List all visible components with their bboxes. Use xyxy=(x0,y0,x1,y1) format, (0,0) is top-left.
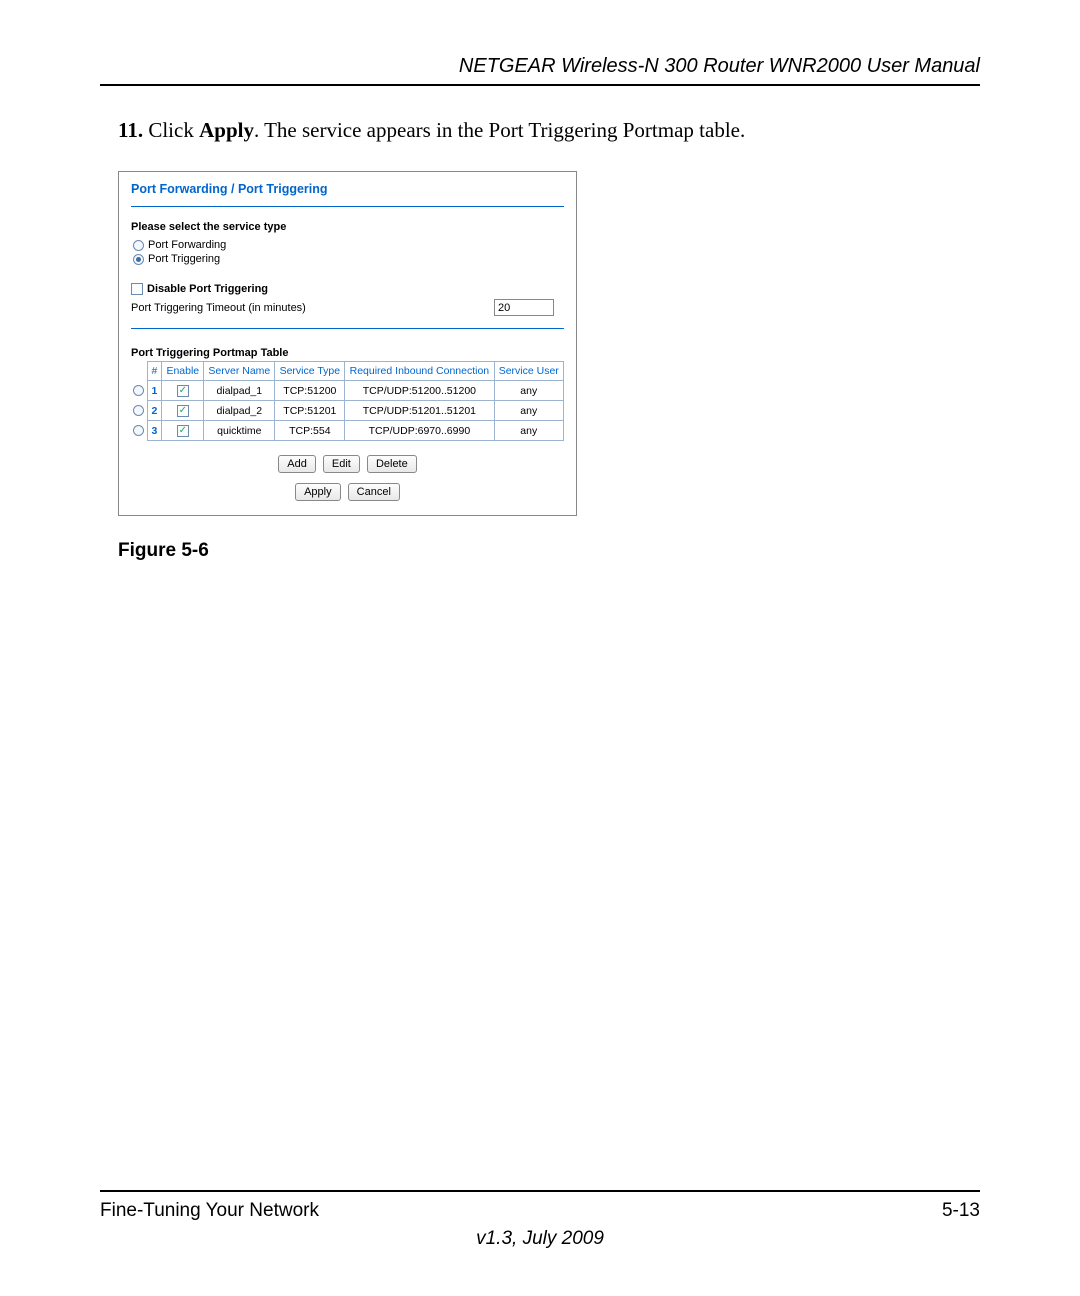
radio-icon xyxy=(133,240,144,251)
row-select-radio[interactable] xyxy=(133,405,144,416)
row-enable-checkbox[interactable]: ✓ xyxy=(177,425,189,437)
row-num: 2 xyxy=(147,401,162,421)
row-user: any xyxy=(494,381,563,401)
portmap-table-label: Port Triggering Portmap Table xyxy=(131,347,564,359)
footer-page-number: 5-13 xyxy=(942,1200,980,1222)
service-type-label: Please select the service type xyxy=(131,221,564,233)
cancel-button[interactable]: Cancel xyxy=(348,483,400,501)
row-enable-checkbox[interactable]: ✓ xyxy=(177,385,189,397)
apply-button[interactable]: Apply xyxy=(295,483,341,501)
radio-port-triggering[interactable]: Port Triggering xyxy=(133,253,564,265)
footer-version: v1.3, July 2009 xyxy=(100,1228,980,1250)
router-admin-panel: Port Forwarding / Port Triggering Please… xyxy=(118,171,577,516)
footer-rule xyxy=(100,1190,980,1192)
delete-button[interactable]: Delete xyxy=(367,455,417,473)
step-text-prefix: Click xyxy=(148,118,199,142)
row-svc: TCP:51201 xyxy=(275,401,345,421)
table-row: 1 ✓ dialpad_1 TCP:51200 TCP/UDP:51200..5… xyxy=(131,381,564,401)
checkbox-icon xyxy=(131,283,143,295)
add-button[interactable]: Add xyxy=(278,455,316,473)
radio-icon xyxy=(133,254,144,265)
page-header-title: NETGEAR Wireless-N 300 Router WNR2000 Us… xyxy=(100,55,980,78)
col-num: # xyxy=(147,362,162,381)
col-server: Server Name xyxy=(204,362,275,381)
row-server: dialpad_1 xyxy=(204,381,275,401)
row-inbound: TCP/UDP:51201..51201 xyxy=(345,401,494,421)
row-server: quicktime xyxy=(204,421,275,441)
row-server: dialpad_2 xyxy=(204,401,275,421)
table-row: 2 ✓ dialpad_2 TCP:51201 TCP/UDP:51201..5… xyxy=(131,401,564,421)
panel-section-rule xyxy=(131,328,564,329)
row-enable-checkbox[interactable]: ✓ xyxy=(177,405,189,417)
header-rule xyxy=(100,84,980,86)
row-select-radio[interactable] xyxy=(133,385,144,396)
step-text-suffix: . The service appears in the Port Trigge… xyxy=(254,118,745,142)
timeout-input[interactable] xyxy=(494,299,554,316)
row-num: 3 xyxy=(147,421,162,441)
table-row: 3 ✓ quicktime TCP:554 TCP/UDP:6970..6990… xyxy=(131,421,564,441)
row-svc: TCP:51200 xyxy=(275,381,345,401)
col-user: Service User xyxy=(494,362,563,381)
col-inbound: Required Inbound Connection xyxy=(345,362,494,381)
step-number: 11. xyxy=(118,118,143,142)
row-user: any xyxy=(494,401,563,421)
col-enable: Enable xyxy=(162,362,204,381)
edit-button[interactable]: Edit xyxy=(323,455,360,473)
panel-title: Port Forwarding / Port Triggering xyxy=(131,182,564,196)
row-num: 1 xyxy=(147,381,162,401)
step-text-bold: Apply xyxy=(199,118,254,142)
disable-port-triggering-checkbox[interactable]: Disable Port Triggering xyxy=(131,283,564,295)
radio-port-forwarding[interactable]: Port Forwarding xyxy=(133,239,564,251)
col-svc: Service Type xyxy=(275,362,345,381)
row-inbound: TCP/UDP:6970..6990 xyxy=(345,421,494,441)
row-inbound: TCP/UDP:51200..51200 xyxy=(345,381,494,401)
checkbox-label: Disable Port Triggering xyxy=(147,283,268,295)
portmap-table: # Enable Server Name Service Type Requir… xyxy=(131,361,564,441)
radio-label: Port Forwarding xyxy=(148,239,226,251)
panel-title-rule xyxy=(131,206,564,207)
row-svc: TCP:554 xyxy=(275,421,345,441)
footer-section: Fine-Tuning Your Network xyxy=(100,1200,319,1222)
timeout-label: Port Triggering Timeout (in minutes) xyxy=(131,302,306,314)
row-select-radio[interactable] xyxy=(133,425,144,436)
radio-label: Port Triggering xyxy=(148,253,220,265)
figure-caption: Figure 5-6 xyxy=(118,540,980,562)
row-user: any xyxy=(494,421,563,441)
instruction-step-11: 11. Click Apply. The service appears in … xyxy=(118,118,980,143)
